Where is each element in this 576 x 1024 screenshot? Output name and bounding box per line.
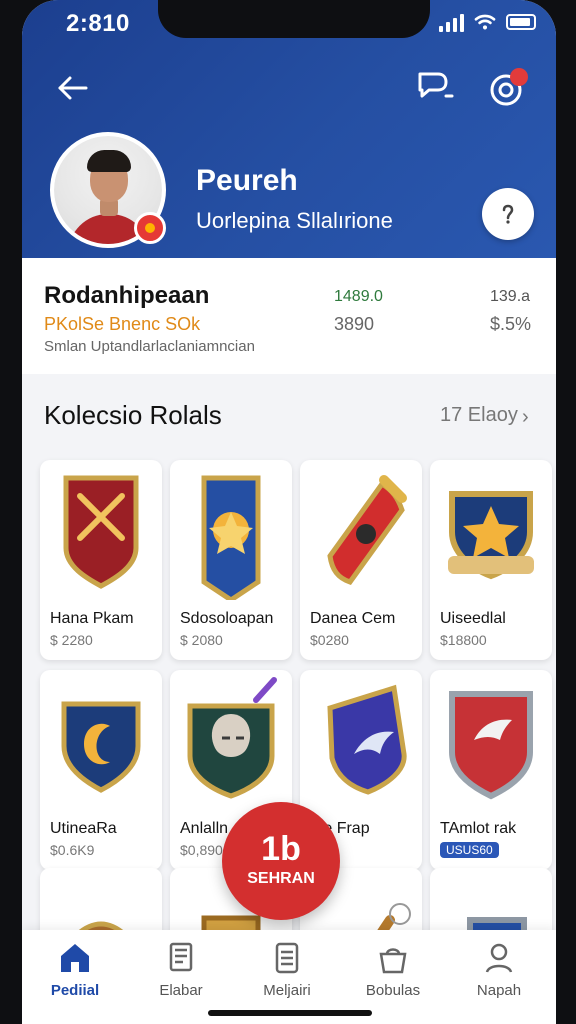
- card-price: $0280: [310, 632, 349, 648]
- bag-icon: [379, 948, 407, 974]
- wifi-icon: [474, 14, 496, 30]
- card-title: Hana Pkam: [50, 610, 134, 627]
- summary-subtitle: PKolSe Bnenc SOk: [44, 314, 201, 334]
- card-title: Sdosoloapan: [180, 610, 274, 627]
- notifications-button[interactable]: [486, 66, 530, 110]
- collection-card[interactable]: Hana Pkam $ 2280: [40, 460, 162, 660]
- receipt-icon: [275, 942, 299, 974]
- card-title: TAmlot rak: [440, 820, 517, 837]
- chevron-right-icon[interactable]: ›: [522, 406, 529, 429]
- chat-icon[interactable]: [412, 66, 456, 110]
- crest-icon: [448, 491, 534, 580]
- card-price: $18800: [440, 632, 487, 648]
- book-icon: [169, 942, 193, 972]
- card-price: $0.6K9: [50, 842, 95, 858]
- summary-value-3: 139.a: [490, 288, 531, 305]
- collection-see-all[interactable]: 17 Elaoy: [440, 404, 518, 427]
- search-fab[interactable]: 1b SEHRAN: [222, 802, 340, 920]
- card-title: Uiseedlal: [440, 610, 506, 627]
- card-price: $ 2280: [50, 632, 93, 648]
- home-icon: [61, 944, 89, 972]
- profile-subtitle: Uorlepina Sllalırione: [196, 208, 393, 233]
- status-time: 2:810: [66, 10, 130, 37]
- profile-action-button[interactable]: [482, 188, 534, 240]
- collection-card[interactable]: UtineaRa $0.6K9: [40, 670, 162, 870]
- home-indicator: [208, 1010, 372, 1016]
- card-price: $ 2080: [180, 632, 223, 648]
- shield-icon: [63, 475, 139, 589]
- profile-name: Peureh: [196, 164, 298, 197]
- card-title: Anlalln: [180, 820, 229, 837]
- nav-item-market[interactable]: Meljairi: [234, 940, 340, 1000]
- card-price-badge: USUS60: [440, 842, 499, 858]
- scroll-icon: [327, 475, 407, 585]
- help-icon: [502, 204, 514, 224]
- back-arrow-icon[interactable]: [52, 70, 92, 106]
- collection-card[interactable]: Uiseedlal $18800: [430, 460, 552, 660]
- nav-label: Napah: [476, 982, 522, 999]
- nav-item-browse[interactable]: Elabar: [128, 940, 234, 1000]
- card-title: Danea Cem: [310, 610, 396, 627]
- nav-item-profile[interactable]: Napah: [446, 940, 552, 1000]
- summary-card: Rodanhipeaan PKolSe Bnenc SOk Smlan Upta…: [22, 258, 556, 374]
- card-title: UtineaRa: [50, 820, 117, 837]
- profile-header: 2:810 Peureh Uorlepina Sllalırione: [22, 0, 556, 258]
- collection-card[interactable]: Sdosoloapan $ 2080: [170, 460, 292, 660]
- status-icons: [439, 12, 536, 32]
- nav-label: Meljairi: [263, 982, 311, 999]
- summary-title: Rodanhipeaan: [44, 282, 210, 309]
- device-frame: 2:810 Peureh Uorlepina Sllalırione Rodan…: [0, 0, 576, 1024]
- nav-item-bundles[interactable]: Bobulas: [340, 940, 446, 1000]
- fab-label: SEHRAN: [247, 870, 315, 887]
- banner-icon: [201, 475, 261, 600]
- summary-value-4: $.5%: [490, 314, 532, 334]
- summary-description: Smlan Uptandlarlaclaniamncian: [44, 338, 255, 355]
- dragon-shield-icon: [449, 691, 533, 800]
- moon-shield-icon: [61, 701, 141, 793]
- avatar-status-badge: [134, 212, 166, 244]
- card-price: $0,890: [180, 842, 223, 858]
- fab-icon: 1b: [261, 830, 301, 868]
- summary-value-2: 3890: [334, 314, 375, 334]
- app-screen: 2:810 Peureh Uorlepina Sllalırione Rodan…: [22, 0, 556, 1024]
- battery-icon: [506, 14, 536, 30]
- user-icon: [485, 943, 513, 973]
- summary-value-1: 1489.0: [334, 288, 383, 305]
- collection-title: Kolecsio Rolals: [44, 400, 222, 430]
- nav-label: Elabar: [159, 982, 203, 999]
- mask-icon: [187, 677, 277, 799]
- signal-icon: [439, 12, 464, 32]
- nav-label: Pediial: [50, 982, 100, 999]
- collection-card[interactable]: TAmlot rak USUS60: [430, 670, 552, 870]
- device-notch: [158, 0, 430, 38]
- notification-badge: [510, 68, 528, 86]
- nav-label: Bobulas: [365, 982, 421, 999]
- collection-card[interactable]: Danea Cem $0280: [300, 460, 422, 660]
- nav-item-home[interactable]: Pediial: [22, 940, 128, 1000]
- wolf-shield-icon: [327, 684, 407, 795]
